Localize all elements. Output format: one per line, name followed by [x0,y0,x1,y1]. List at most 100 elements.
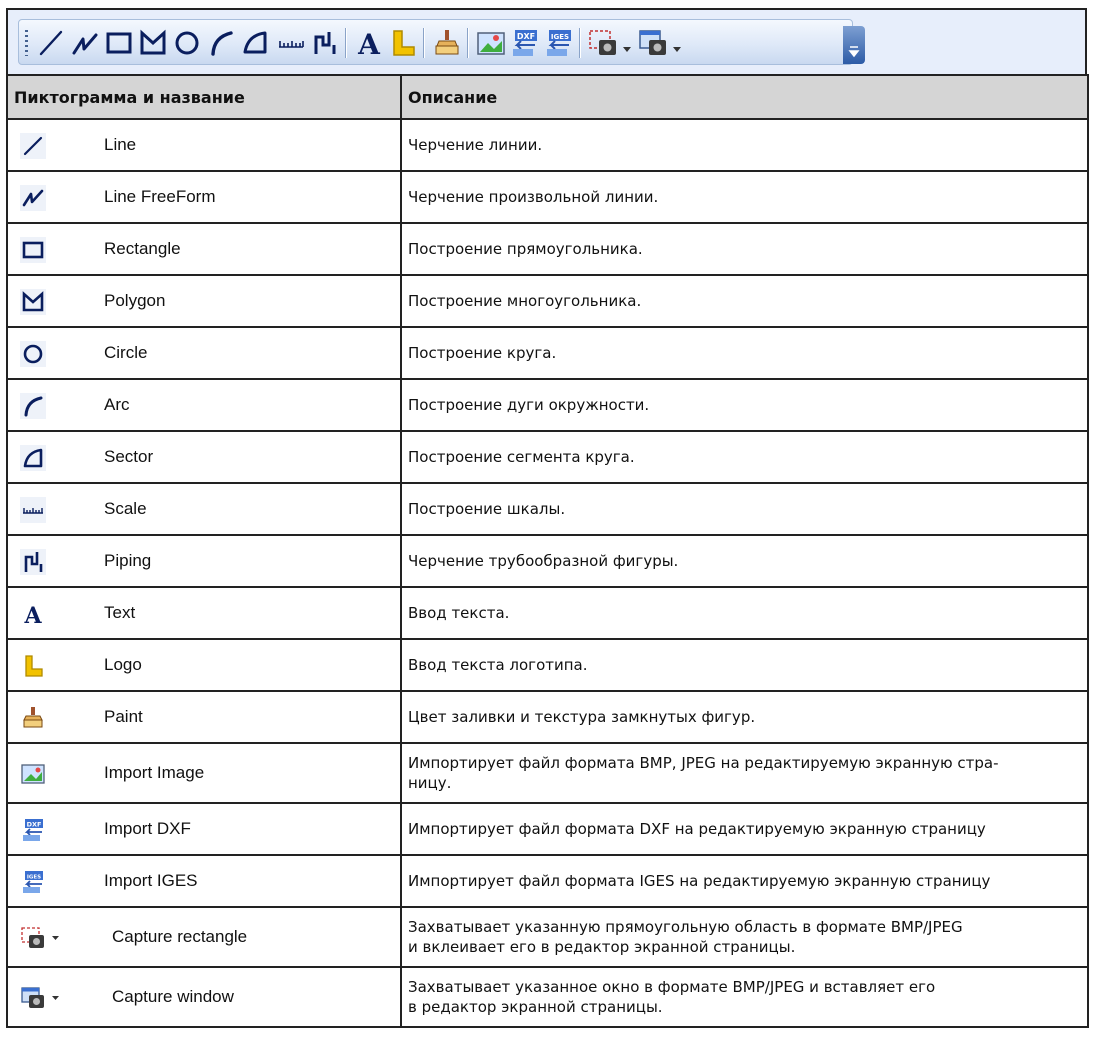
sector-icon [20,445,46,471]
svg-text:A: A [23,603,42,627]
tool-name: Piping [104,551,152,570]
piping-icon[interactable] [309,27,341,59]
paint-icon [20,705,46,731]
toolbar-separator [345,28,346,58]
tool-description: Построение прямоугольника. [400,222,1089,276]
tool-description: Ввод текста логотипа. [400,638,1089,692]
svg-text:IGES: IGES [27,875,41,881]
tool-name: Circle [104,343,148,362]
rectangle-icon [20,237,46,263]
description-column-header: Описание [400,74,1089,120]
tool-description: Построение многоугольника. [400,274,1089,328]
table-row: Paint Цвет заливки и текстура замкнутых … [6,690,1089,744]
arc-icon [20,393,46,419]
polygon-icon [20,289,46,315]
tool-name: Scale [104,499,147,518]
line-icon [20,133,46,159]
table-row: Line FreeForm Черчение произвольной лини… [6,170,1089,224]
svg-text:IGES: IGES [551,33,569,41]
table-row: IGES Import IGES Импортирует файл формата… [6,854,1089,908]
tool-description: Черчение трубообразной фигуры. [400,534,1089,588]
tool-name: Line [104,135,137,154]
line-freeform-icon[interactable] [69,27,101,59]
tool-description-line: в редактор экранной страницы. [408,998,663,1016]
tool-description: Построение круга. [400,326,1089,380]
table-row: Arc Построение дуги окружности. [6,378,1089,432]
capture-window-icon [20,985,66,1011]
tool-name: Import DXF [104,819,191,838]
import-image-icon [20,761,46,787]
table-row: A Text Ввод текста. [6,586,1089,640]
tool-name: Line FreeForm [104,187,216,206]
icons-description-table: Пиктограмма и название Описание Line Чер… [6,74,1089,1028]
tool-name: Arc [104,395,130,414]
table-header-row: Пиктограмма и название Описание [6,74,1089,120]
import-dxf-icon: DXF [20,817,46,843]
table-row: Capture window Захватывает указанное окн… [6,966,1089,1028]
table-row: Circle Построение круга. [6,326,1089,380]
tool-description-line: Захватывает указанное окно в формате BMP… [408,978,936,996]
circle-icon [20,341,46,367]
table-row: Sector Построение сегмента круга. [6,430,1089,484]
table-row: Capture rectangle Захватывает указанную … [6,906,1089,968]
svg-text:DXF: DXF [517,32,535,41]
tool-description: Захватывает указанное окно в формате BMP… [400,966,1089,1028]
scale-icon [20,497,46,523]
tool-name: Logo [104,655,142,674]
tool-description: Построение дуги окружности. [400,378,1089,432]
tool-description: Захватывает указанную прямоугольную обла… [400,906,1089,968]
arc-icon[interactable] [205,27,237,59]
toolbar-strip: A DXF IGES [18,19,853,65]
tool-name: Polygon [104,291,166,310]
table-row: Line Черчение линии. [6,118,1089,172]
scale-icon[interactable] [275,27,307,59]
svg-text:A: A [357,28,381,59]
logo-icon[interactable] [387,27,419,59]
drawing-toolbar: A DXF IGES [6,8,1087,74]
text-icon: A [20,601,46,627]
table-row: Import Image Импортирует файл формата BM… [6,742,1089,804]
import-dxf-icon[interactable]: DXF [509,27,541,59]
tool-description: Построение шкалы. [400,482,1089,536]
toolbar-separator [423,28,424,58]
polygon-icon[interactable] [137,27,169,59]
toolbar-grip-handle[interactable] [25,30,28,56]
table-row: Rectangle Построение прямоугольника. [6,222,1089,276]
line-icon[interactable] [35,27,67,59]
toolbar-separator [467,28,468,58]
table-row: Polygon Построение многоугольника. [6,274,1089,328]
paint-icon[interactable] [431,27,463,59]
capture-window-icon[interactable] [637,27,669,59]
tool-description: Черчение произвольной линии. [400,170,1089,224]
tool-description: Ввод текста. [400,586,1089,640]
import-iges-icon[interactable]: IGES [543,27,575,59]
tool-description: Импортирует файл формата BMP, JPEG на ре… [400,742,1089,804]
tool-name: Capture rectangle [112,927,248,946]
tool-description-line: ницу. [408,774,452,792]
capture-rectangle-dropdown-icon[interactable] [623,38,631,52]
tool-name: Import IGES [104,871,198,890]
tool-name: Capture window [112,987,234,1006]
tool-name: Rectangle [104,239,181,258]
tool-name: Import Image [104,763,205,782]
tool-name: Paint [104,707,143,726]
rectangle-icon[interactable] [103,27,135,59]
tool-description-line: и вклеивает его в редактор экранной стра… [408,938,796,956]
table-row: DXF Import DXF Импортирует файл формата D… [6,802,1089,856]
import-image-icon[interactable] [475,27,507,59]
sector-icon[interactable] [239,27,271,59]
tool-description: Построение сегмента круга. [400,430,1089,484]
tool-name: Text [104,603,136,622]
tool-description: Черчение линии. [400,118,1089,172]
text-icon[interactable]: A [353,27,385,59]
circle-icon[interactable] [171,27,203,59]
line-freeform-icon [20,185,46,211]
capture-window-dropdown-icon[interactable] [673,38,681,52]
capture-rectangle-icon[interactable] [587,27,619,59]
tool-description: Импортирует файл формата DXF на редактир… [400,802,1089,856]
tool-description: Импортирует файл формата IGES на редакти… [400,854,1089,908]
piping-icon [20,549,46,575]
toolbar-overflow-button[interactable] [843,26,865,64]
import-iges-icon: IGES [20,869,46,895]
table-row: Scale Построение шкалы. [6,482,1089,536]
